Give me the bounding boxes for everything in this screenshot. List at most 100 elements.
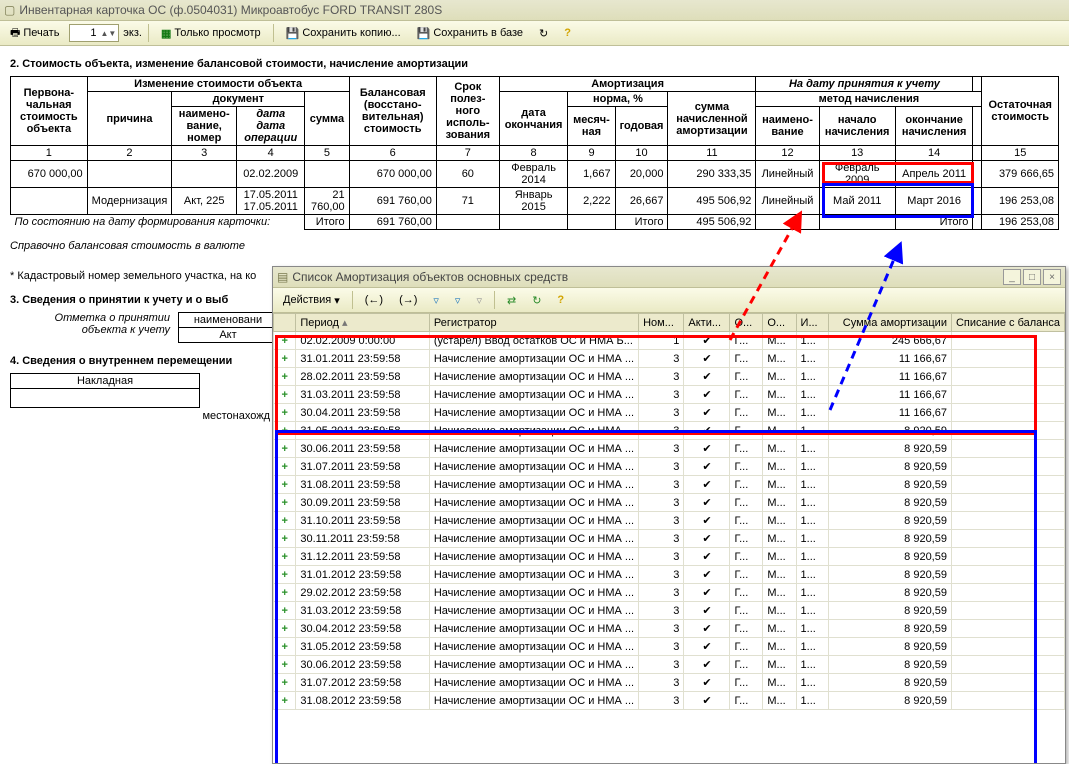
maximize-button[interactable]: □	[1023, 269, 1041, 285]
help-icon2: ?	[557, 294, 564, 306]
spinner-arrows-icon[interactable]: ▲▼	[98, 30, 118, 37]
nav-prev-button[interactable]: (←)	[359, 292, 389, 308]
table-row[interactable]: +31.10.2011 23:59:58Начисление амортизац…	[274, 512, 1065, 530]
filter1-button[interactable]: ▿	[427, 292, 445, 309]
expand-icon[interactable]: +	[274, 584, 296, 602]
col-period[interactable]: Период ▴	[296, 314, 429, 332]
toolbar: 🖶Печать ▲▼ экз. ▦Только просмотр 💾Сохран…	[0, 21, 1069, 46]
expand-icon[interactable]: +	[274, 404, 296, 422]
table-row[interactable]: +31.05.2012 23:59:58Начисление амортизац…	[274, 638, 1065, 656]
table-row[interactable]: +29.02.2012 23:59:58Начисление амортизац…	[274, 584, 1065, 602]
expand-icon[interactable]: +	[274, 494, 296, 512]
table-row[interactable]: +28.02.2011 23:59:58Начисление амортизац…	[274, 368, 1065, 386]
chevron-down-icon: ▾	[334, 294, 340, 307]
help-button[interactable]: ?	[558, 25, 577, 41]
sec4-lbl: Накладная	[11, 374, 200, 389]
sort-asc-icon: ▴	[342, 317, 348, 329]
nav-next-button[interactable]: (→)	[393, 292, 423, 308]
hdr-c8g: Амортизация	[499, 77, 756, 92]
expand-icon[interactable]: +	[274, 458, 296, 476]
table-row[interactable]: +31.07.2011 23:59:58Начисление амортизац…	[274, 458, 1065, 476]
copies-spinner[interactable]: ▲▼	[69, 24, 119, 42]
col-nom[interactable]: Ном...	[639, 314, 684, 332]
help-icon: ?	[564, 27, 571, 39]
expand-icon[interactable]: +	[274, 602, 296, 620]
expand-icon[interactable]: +	[274, 548, 296, 566]
print-button[interactable]: 🖶Печать	[4, 22, 65, 45]
expand-icon[interactable]: +	[274, 692, 296, 710]
hdr-c11: сумма начисленной амортизации	[668, 92, 756, 146]
table-row[interactable]: +31.01.2012 23:59:58Начисление амортизац…	[274, 566, 1065, 584]
table-row[interactable]: +31.08.2012 23:59:58Начисление амортизац…	[274, 692, 1065, 710]
table-row[interactable]: +31.12.2011 23:59:58Начисление амортизац…	[274, 548, 1065, 566]
col-o2[interactable]: О...	[763, 314, 796, 332]
minimize-button[interactable]: _	[1003, 269, 1021, 285]
copies-input[interactable]	[70, 27, 98, 39]
actions-dropdown[interactable]: Действия ▾	[277, 292, 346, 309]
list-icon: ▤	[277, 270, 288, 284]
section2-title: 2. Стоимость объекта, изменение балансов…	[10, 58, 1059, 70]
expand-icon[interactable]: +	[274, 656, 296, 674]
expand-icon[interactable]: +	[274, 350, 296, 368]
expand-icon[interactable]: +	[274, 476, 296, 494]
hdr-c7: Срок полез- ного исполь- зования	[436, 77, 499, 146]
table-row[interactable]: +30.04.2011 23:59:58Начисление амортизац…	[274, 404, 1065, 422]
save-db-button[interactable]: 💾Сохранить в базе	[411, 25, 529, 42]
expand-icon[interactable]: +	[274, 566, 296, 584]
col-sum[interactable]: Сумма амортизации	[829, 314, 952, 332]
table-row[interactable]: +30.11.2011 23:59:58Начисление амортизац…	[274, 530, 1065, 548]
expand-icon[interactable]: +	[274, 512, 296, 530]
table-row[interactable]: +30.09.2011 23:59:58Начисление амортизац…	[274, 494, 1065, 512]
table-row[interactable]: +31.05.2011 23:59:58Начисление амортизац…	[274, 422, 1065, 440]
sec3-label: Отметка о принятии объекта к учету	[10, 312, 170, 336]
table-row[interactable]: +31.07.2012 23:59:58Начисление амортизац…	[274, 674, 1065, 692]
table-row[interactable]: +30.06.2011 23:59:58Начисление амортизац…	[274, 440, 1065, 458]
view-only-button[interactable]: ▦Только просмотр	[155, 25, 267, 42]
expand-icon[interactable]: +	[274, 620, 296, 638]
expand-icon[interactable]: +	[274, 530, 296, 548]
expand-icon[interactable]: +	[274, 386, 296, 404]
help-button2[interactable]: ?	[551, 292, 570, 308]
swap-button[interactable]: ⇄	[501, 292, 522, 309]
arrow-left-icon: (←)	[365, 294, 383, 306]
popup-toolbar: Действия ▾ (←) (→) ▿ ▿ ▿ ⇄ ↻ ?	[273, 288, 1065, 313]
expand-icon[interactable]: +	[274, 440, 296, 458]
refresh-button2[interactable]: ↻	[526, 292, 547, 309]
table-row[interactable]: +30.06.2012 23:59:58Начисление амортизац…	[274, 656, 1065, 674]
refresh-button[interactable]: ↻	[533, 25, 554, 42]
filter-clear-button[interactable]: ▿	[470, 292, 488, 309]
inventory-table: Первона- чальная стоимость объекта Измен…	[10, 76, 1059, 230]
refresh-icon2: ↻	[532, 294, 541, 307]
table-row[interactable]: +31.01.2011 23:59:58Начисление амортизац…	[274, 350, 1065, 368]
close-button[interactable]: ×	[1043, 269, 1061, 285]
col-i[interactable]: И...	[796, 314, 829, 332]
expand-icon[interactable]: +	[274, 422, 296, 440]
expand-icon[interactable]: +	[274, 638, 296, 656]
sec4-lbl2: местонахожд	[10, 410, 270, 422]
col-reg[interactable]: Регистратор	[429, 314, 638, 332]
expand-icon[interactable]: +	[274, 368, 296, 386]
funnel-icon: ▿	[433, 294, 439, 307]
amortization-list-window: ▤ Список Амортизация объектов основных с…	[272, 266, 1066, 764]
table-row[interactable]: +31.08.2011 23:59:58Начисление амортизац…	[274, 476, 1065, 494]
filter2-button[interactable]: ▿	[449, 292, 467, 309]
hdr-c12: наимено- вание	[756, 107, 819, 146]
col-o1[interactable]: О...	[730, 314, 763, 332]
col-wo[interactable]: Списание с баланса	[951, 314, 1064, 332]
funnel2-icon: ▿	[455, 294, 461, 307]
expand-icon[interactable]: +	[274, 674, 296, 692]
save-copy-button[interactable]: 💾Сохранить копию...	[280, 25, 407, 42]
table-row[interactable]: +31.03.2011 23:59:58Начисление амортизац…	[274, 386, 1065, 404]
popup-titlebar[interactable]: ▤ Список Амортизация объектов основных с…	[273, 267, 1065, 288]
hdr-c14: окончание начисления	[895, 107, 973, 146]
expand-icon[interactable]: +	[274, 332, 296, 350]
col-act[interactable]: Акти...	[684, 314, 730, 332]
popup-title: Список Амортизация объектов основных сре…	[292, 270, 568, 284]
diskette-green-icon: 💾	[417, 27, 431, 40]
table-row[interactable]: +30.04.2012 23:59:58Начисление амортизац…	[274, 620, 1065, 638]
table-row[interactable]: +31.03.2012 23:59:58Начисление амортизац…	[274, 602, 1065, 620]
hdr-c12g: На дату принятия к учету	[756, 77, 973, 92]
table-row[interactable]: +02.02.2009 0:00:00(устарел) Ввод остатк…	[274, 332, 1065, 350]
hdr-c13: начало начисления	[819, 107, 895, 146]
amortization-grid[interactable]: Период ▴ Регистратор Ном... Акти... О...…	[273, 313, 1065, 763]
